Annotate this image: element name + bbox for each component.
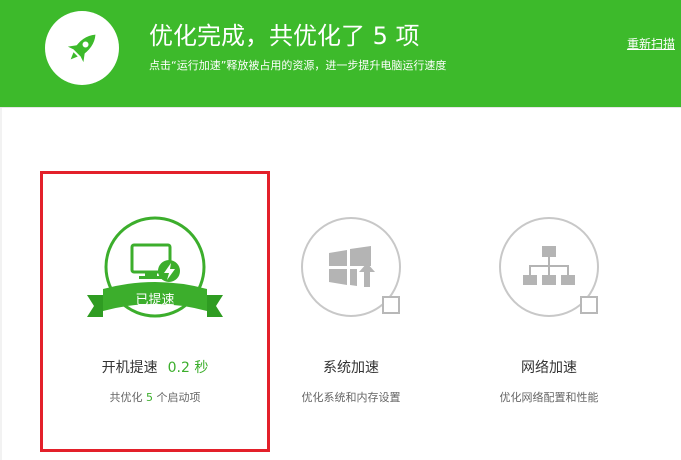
system-speedup-checkbox[interactable] [382, 296, 400, 314]
header-banner: 优化完成，共优化了 5 项 点击“运行加速”释放被占用的资源，进一步提升电脑运行… [0, 0, 681, 107]
header-subtitle: 点击“运行加速”释放被占用的资源，进一步提升电脑运行速度 [149, 59, 447, 72]
ribbon-label: 已提速 [135, 292, 174, 308]
startup-count: 5 [146, 391, 153, 404]
card-title-text: 开机提速 [101, 360, 158, 376]
card-desc: 优化网络配置和性能 [499, 391, 599, 404]
rescan-link[interactable]: 重新扫描 [627, 35, 675, 52]
left-edge [0, 108, 2, 460]
desc-suffix: 个启动项 [156, 391, 201, 404]
startup-time: 0.2 秒 [167, 360, 209, 376]
card-desc: 优化系统和内存设置 [301, 391, 401, 404]
header-title: 优化完成，共优化了 5 项 [149, 22, 420, 50]
desc-prefix: 共优化 [109, 391, 143, 404]
header-divider [0, 107, 681, 108]
card-desc: 共优化 5 个启动项 [55, 389, 255, 405]
rocket-badge [45, 11, 119, 85]
network-speedup-checkbox[interactable] [580, 296, 598, 314]
card-startup-speedup[interactable]: 已提速 开机提速 0.2 秒 共优化 5 个启动项 [55, 205, 255, 435]
rocket-icon [67, 34, 96, 63]
card-title: 系统加速 [323, 360, 379, 376]
card-title: 网络加速 [521, 360, 577, 376]
card-title: 开机提速 0.2 秒 [55, 357, 255, 377]
card-network-speedup[interactable]: 网络加速 优化网络配置和性能 [449, 205, 649, 435]
startup-badge: 已提速 [87, 216, 223, 318]
card-system-speedup[interactable]: 系统加速 优化系统和内存设置 [251, 205, 451, 435]
